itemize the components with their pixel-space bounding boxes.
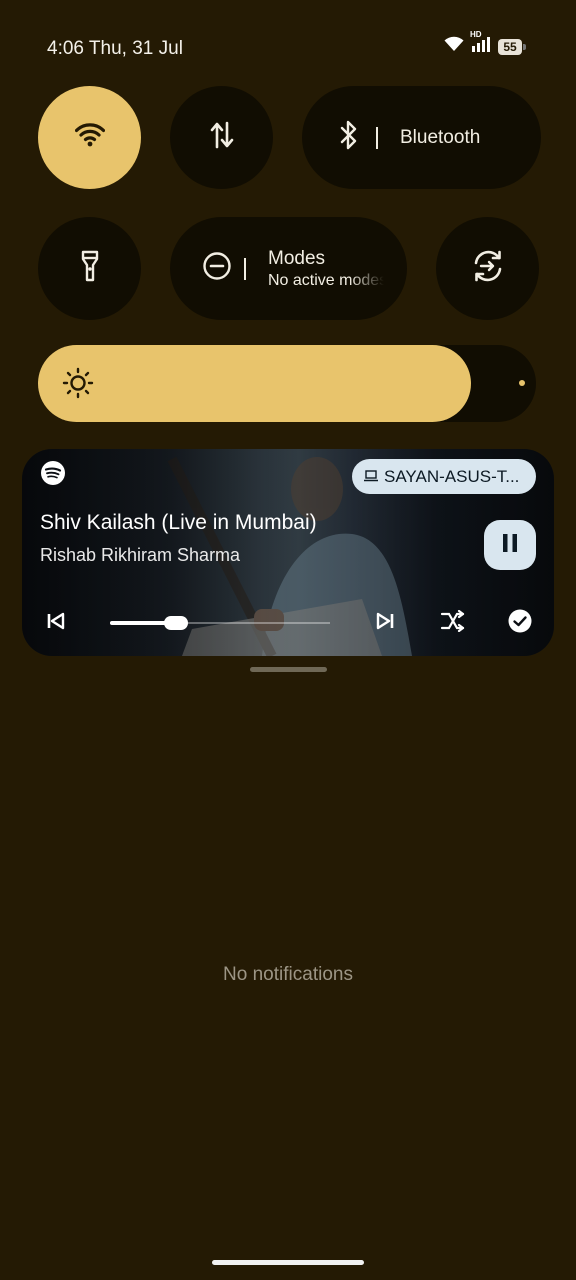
wifi-status-icon xyxy=(444,36,464,57)
seek-thumb[interactable] xyxy=(164,616,188,630)
flashlight-icon xyxy=(80,250,100,287)
laptop-icon xyxy=(364,467,378,487)
bluetooth-icon xyxy=(338,120,360,155)
save-button[interactable] xyxy=(506,609,534,637)
auto-rotate-icon xyxy=(471,249,505,288)
media-player-card[interactable]: SAYAN-ASUS-T... Shiv Kailash (Live in Mu… xyxy=(22,449,554,656)
spotify-icon[interactable] xyxy=(40,460,66,491)
output-device-chip[interactable]: SAYAN-ASUS-T... xyxy=(352,459,536,494)
tile-divider xyxy=(244,257,246,280)
next-icon xyxy=(375,611,395,636)
bluetooth-tile[interactable]: Bluetooth xyxy=(302,86,541,189)
status-icons: HD 55 xyxy=(444,30,526,57)
song-title: Shiv Kailash (Live in Mumbai) xyxy=(40,511,317,534)
modes-tile[interactable]: Modes No active modes xyxy=(170,217,407,320)
modes-label: Modes xyxy=(268,247,326,269)
previous-icon xyxy=(46,611,66,636)
signal-icon: HD xyxy=(470,30,492,57)
bluetooth-label: Bluetooth xyxy=(400,126,481,148)
battery-level: 55 xyxy=(503,39,517,54)
song-artist: Rishab Rikhiram Sharma xyxy=(40,545,241,565)
gesture-nav-bar[interactable] xyxy=(212,1260,364,1265)
next-button[interactable] xyxy=(371,609,399,637)
shade-drag-handle[interactable] xyxy=(250,667,327,672)
previous-button[interactable] xyxy=(42,609,70,637)
brightness-max-dot xyxy=(519,380,525,386)
do-not-disturb-icon xyxy=(202,251,232,286)
pause-button[interactable] xyxy=(484,520,536,570)
output-device-label: SAYAN-ASUS-T... xyxy=(384,466,520,486)
battery-icon: 55 xyxy=(498,38,526,55)
wifi-tile[interactable] xyxy=(38,86,141,189)
network-type-label: HD xyxy=(470,30,482,39)
flashlight-tile[interactable] xyxy=(38,217,141,320)
brightness-fill xyxy=(38,345,471,422)
wifi-icon xyxy=(74,123,105,152)
status-time: 4:06 Thu, 31 Jul xyxy=(47,38,183,59)
pause-icon xyxy=(501,533,519,558)
empty-notifications-text: No notifications xyxy=(223,964,353,985)
data-transfer-icon xyxy=(210,121,234,154)
saved-check-icon xyxy=(508,609,532,638)
brightness-slider[interactable] xyxy=(38,345,536,422)
modes-sublabel: No active modes xyxy=(268,271,384,289)
tile-divider xyxy=(376,126,378,149)
status-bar: 4:06 Thu, 31 Jul HD 55 xyxy=(0,28,576,72)
modes-text: Modes No active modes xyxy=(268,248,384,290)
auto-rotate-tile[interactable] xyxy=(436,217,539,320)
brightness-icon xyxy=(62,367,94,404)
mobile-data-tile[interactable] xyxy=(170,86,273,189)
shuffle-icon xyxy=(440,609,466,637)
shuffle-button[interactable] xyxy=(438,609,468,637)
